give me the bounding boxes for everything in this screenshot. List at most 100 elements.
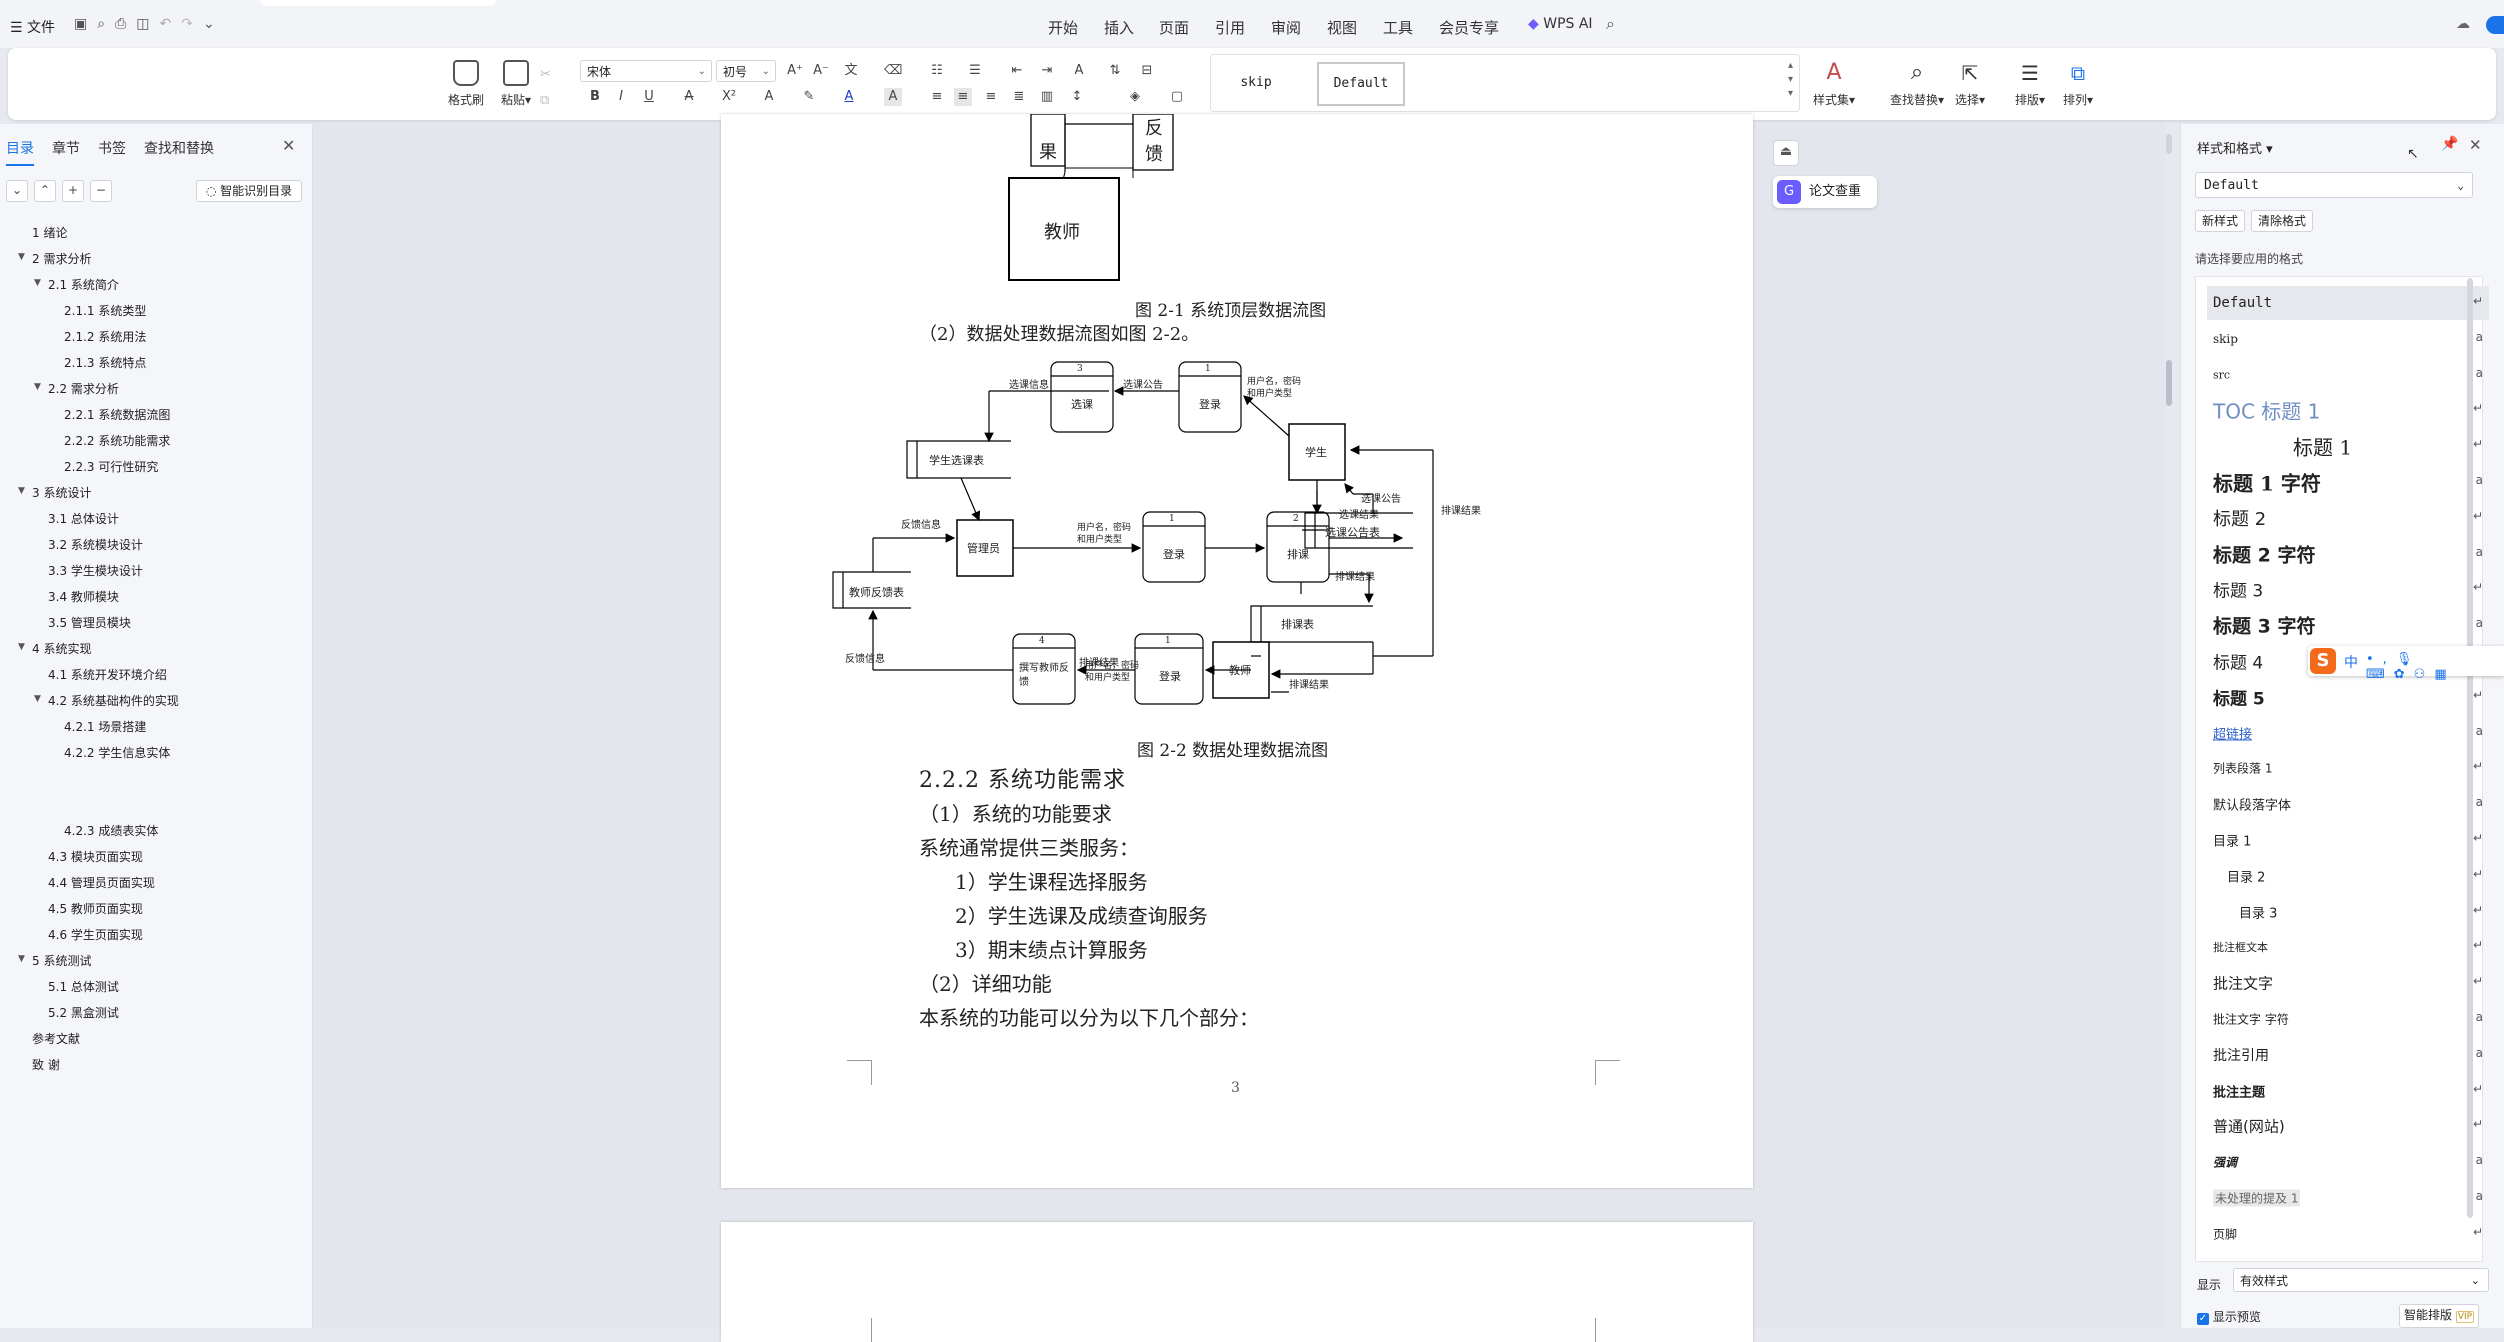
toc-item[interactable]: 4.2 系统基础构件的实现 — [48, 692, 179, 709]
style-item[interactable]: 列表段落 1 ↵ — [2207, 751, 2489, 785]
layout-button[interactable]: ☰ 排版▾ — [2006, 60, 2054, 108]
cloud-sync-icon[interactable]: ☁ — [2456, 16, 2470, 32]
search-icon[interactable]: ⌕ — [1606, 14, 1615, 34]
collapse-toolbar-icon[interactable]: ⏏ — [1773, 140, 1799, 166]
tab-insert[interactable]: 插入 — [1104, 17, 1134, 38]
copy-icon[interactable]: ⧉ — [540, 88, 551, 114]
highlight-icon[interactable]: ✎ — [800, 88, 818, 106]
style-item[interactable]: 强调 a — [2207, 1145, 2489, 1179]
toc-item[interactable]: 4.2.2 学生信息实体 — [64, 744, 170, 761]
toc-item[interactable]: 5 系统测试 — [32, 952, 91, 969]
toc-item[interactable]: 致 谢 — [32, 1056, 60, 1073]
sort-icon[interactable]: ⇅ — [1106, 62, 1124, 80]
toc-expand-icon[interactable]: ▼ — [34, 382, 41, 392]
keyboard-icon[interactable]: ⌨ — [2366, 667, 2394, 682]
expand-up-icon[interactable]: ⌃ — [34, 180, 56, 202]
toc-item[interactable]: 3.3 学生模块设计 — [48, 562, 143, 579]
style-item[interactable]: 目录 2 ↵ — [2207, 859, 2489, 893]
tab-page[interactable]: 页面 — [1159, 17, 1189, 38]
line-spacing-icon[interactable]: ↕ — [1068, 88, 1086, 106]
style-item[interactable]: 标题 3 ↵ — [2207, 572, 2489, 606]
toc-item[interactable]: 5.1 总体测试 — [48, 978, 119, 995]
style-item[interactable]: TOC 标题 1 ↵ — [2207, 393, 2489, 427]
smart-toc-button[interactable]: ◌ 智能识别目录 — [196, 180, 302, 202]
toc-item[interactable]: 4.2.3 成绩表实体 — [64, 822, 158, 839]
style-item[interactable]: 标题 2 字符 a — [2207, 537, 2489, 571]
toc-item[interactable]: 4.5 教师页面实现 — [48, 900, 143, 917]
style-list-scrollbar[interactable] — [2467, 278, 2473, 1218]
styles-pane-title[interactable]: 样式和格式 ▾ — [2197, 138, 2273, 157]
style-skip[interactable]: skip — [1219, 62, 1293, 104]
increase-indent-icon[interactable]: ⇥ — [1038, 62, 1056, 80]
ruler-handle[interactable] — [2166, 134, 2172, 154]
style-item[interactable]: 目录 1 ↵ — [2207, 823, 2489, 857]
style-item[interactable]: 标题 2 ↵ — [2207, 501, 2489, 535]
print-preview-icon[interactable]: ◫ — [136, 16, 159, 32]
align-left-icon[interactable]: ≡ — [928, 88, 946, 106]
select-button[interactable]: ⇱ 选择▾ — [1946, 60, 1994, 108]
toc-item[interactable]: 4.1 系统开发环境介绍 — [48, 666, 167, 683]
toc-item[interactable]: 3.1 总体设计 — [48, 510, 119, 527]
toc-item[interactable]: 2.2.2 系统功能需求 — [64, 432, 170, 449]
close-icon[interactable]: ✕ — [282, 136, 295, 155]
toc-item[interactable]: 4 系统实现 — [32, 640, 91, 657]
tab-tools[interactable]: 工具 — [1383, 17, 1413, 38]
save-icon[interactable]: ▣ — [74, 16, 97, 32]
style-item[interactable]: Default ↵ — [2207, 286, 2489, 320]
wps-ai-button[interactable]: ◆ WPS AI — [1528, 16, 1593, 32]
nav-tab-find[interactable]: 查找和替换 — [144, 138, 214, 158]
style-item[interactable]: 普通(网站) ↵ — [2207, 1109, 2489, 1143]
tab-home[interactable]: 开始 — [1048, 17, 1078, 38]
arrange-button[interactable]: ⧉ 排列▾ — [2054, 60, 2102, 108]
tab-references[interactable]: 引用 — [1215, 17, 1245, 38]
microphone-icon[interactable]: 🎙 — [2396, 652, 2422, 667]
style-item[interactable]: 未处理的提及 1 a — [2207, 1181, 2489, 1215]
font-size-select[interactable]: 初号 ⌄ — [716, 60, 776, 82]
cut-icon[interactable]: ✂ — [540, 62, 551, 88]
style-item[interactable]: 默认段落字体 a — [2207, 787, 2489, 821]
document-tab[interactable] — [260, 0, 496, 6]
toc-expand-icon[interactable]: ▼ — [18, 252, 25, 262]
toc-item[interactable]: 1 绪论 — [32, 224, 67, 241]
paste-button[interactable]: 粘贴▾ — [492, 60, 540, 108]
print-icon[interactable]: ⎙ — [115, 16, 136, 32]
style-item[interactable]: 标题 1 ↵ — [2207, 429, 2489, 463]
toc-expand-icon[interactable]: ▼ — [18, 486, 25, 496]
nav-tab-chapter[interactable]: 章节 — [52, 138, 80, 158]
clear-format-icon[interactable]: ⌫ — [884, 62, 902, 80]
style-item[interactable]: 目录 3 ↵ — [2207, 895, 2489, 929]
style-set-button[interactable]: A 样式集▾ — [1810, 60, 1858, 108]
superscript-icon[interactable]: X² — [720, 88, 738, 106]
shading-icon[interactable]: ◈ — [1126, 88, 1144, 106]
toc-item[interactable]: 2.2.3 可行性研究 — [64, 458, 158, 475]
toc-item[interactable]: 3 系统设计 — [32, 484, 91, 501]
undo-icon[interactable]: ↶ — [160, 16, 182, 32]
show-marks-icon[interactable]: ⊟ — [1138, 62, 1156, 80]
font-name-select[interactable]: 宋体 ⌄ — [580, 60, 712, 82]
toc-expand-icon[interactable]: ▼ — [18, 642, 25, 652]
toc-item[interactable]: 2.1.1 系统类型 — [64, 302, 146, 319]
tab-member[interactable]: 会员专享 — [1439, 17, 1499, 38]
add-heading-icon[interactable]: + — [62, 180, 84, 202]
sogou-logo-icon[interactable]: S — [2310, 648, 2336, 674]
char-shading-icon[interactable]: A — [884, 88, 902, 106]
grow-font-icon[interactable]: A⁺ — [786, 62, 804, 80]
style-item[interactable]: 超链接 a — [2207, 716, 2489, 750]
customize-chevron-icon[interactable]: ⌄ — [203, 16, 225, 32]
nav-tab-bookmark[interactable]: 书签 — [98, 138, 126, 158]
paper-check-button[interactable]: G 论文查重 — [1773, 176, 1877, 208]
show-filter-select[interactable]: 有效样式 ⌄ — [2233, 1268, 2489, 1292]
toc-item[interactable]: 4.3 模块页面实现 — [48, 848, 143, 865]
style-item[interactable]: 标题 1 字符 a — [2207, 465, 2489, 499]
show-preview-checkbox[interactable]: ✓ 显示预览 — [2197, 1308, 2261, 1325]
style-item[interactable]: 标题 3 字符 a — [2207, 608, 2489, 642]
redo-icon[interactable]: ↷ — [181, 16, 203, 32]
toc-expand-icon[interactable]: ▼ — [18, 954, 25, 964]
style-item[interactable]: src a — [2207, 358, 2489, 392]
current-style-select[interactable]: Default ⌄ — [2195, 172, 2473, 198]
style-item[interactable]: skip a — [2207, 322, 2489, 356]
tab-view[interactable]: 视图 — [1327, 17, 1357, 38]
game-icon[interactable]: ⚇ — [2414, 667, 2435, 682]
toc-item[interactable]: 2 需求分析 — [32, 250, 91, 267]
style-item[interactable]: 批注文字 ↵ — [2207, 966, 2489, 1000]
